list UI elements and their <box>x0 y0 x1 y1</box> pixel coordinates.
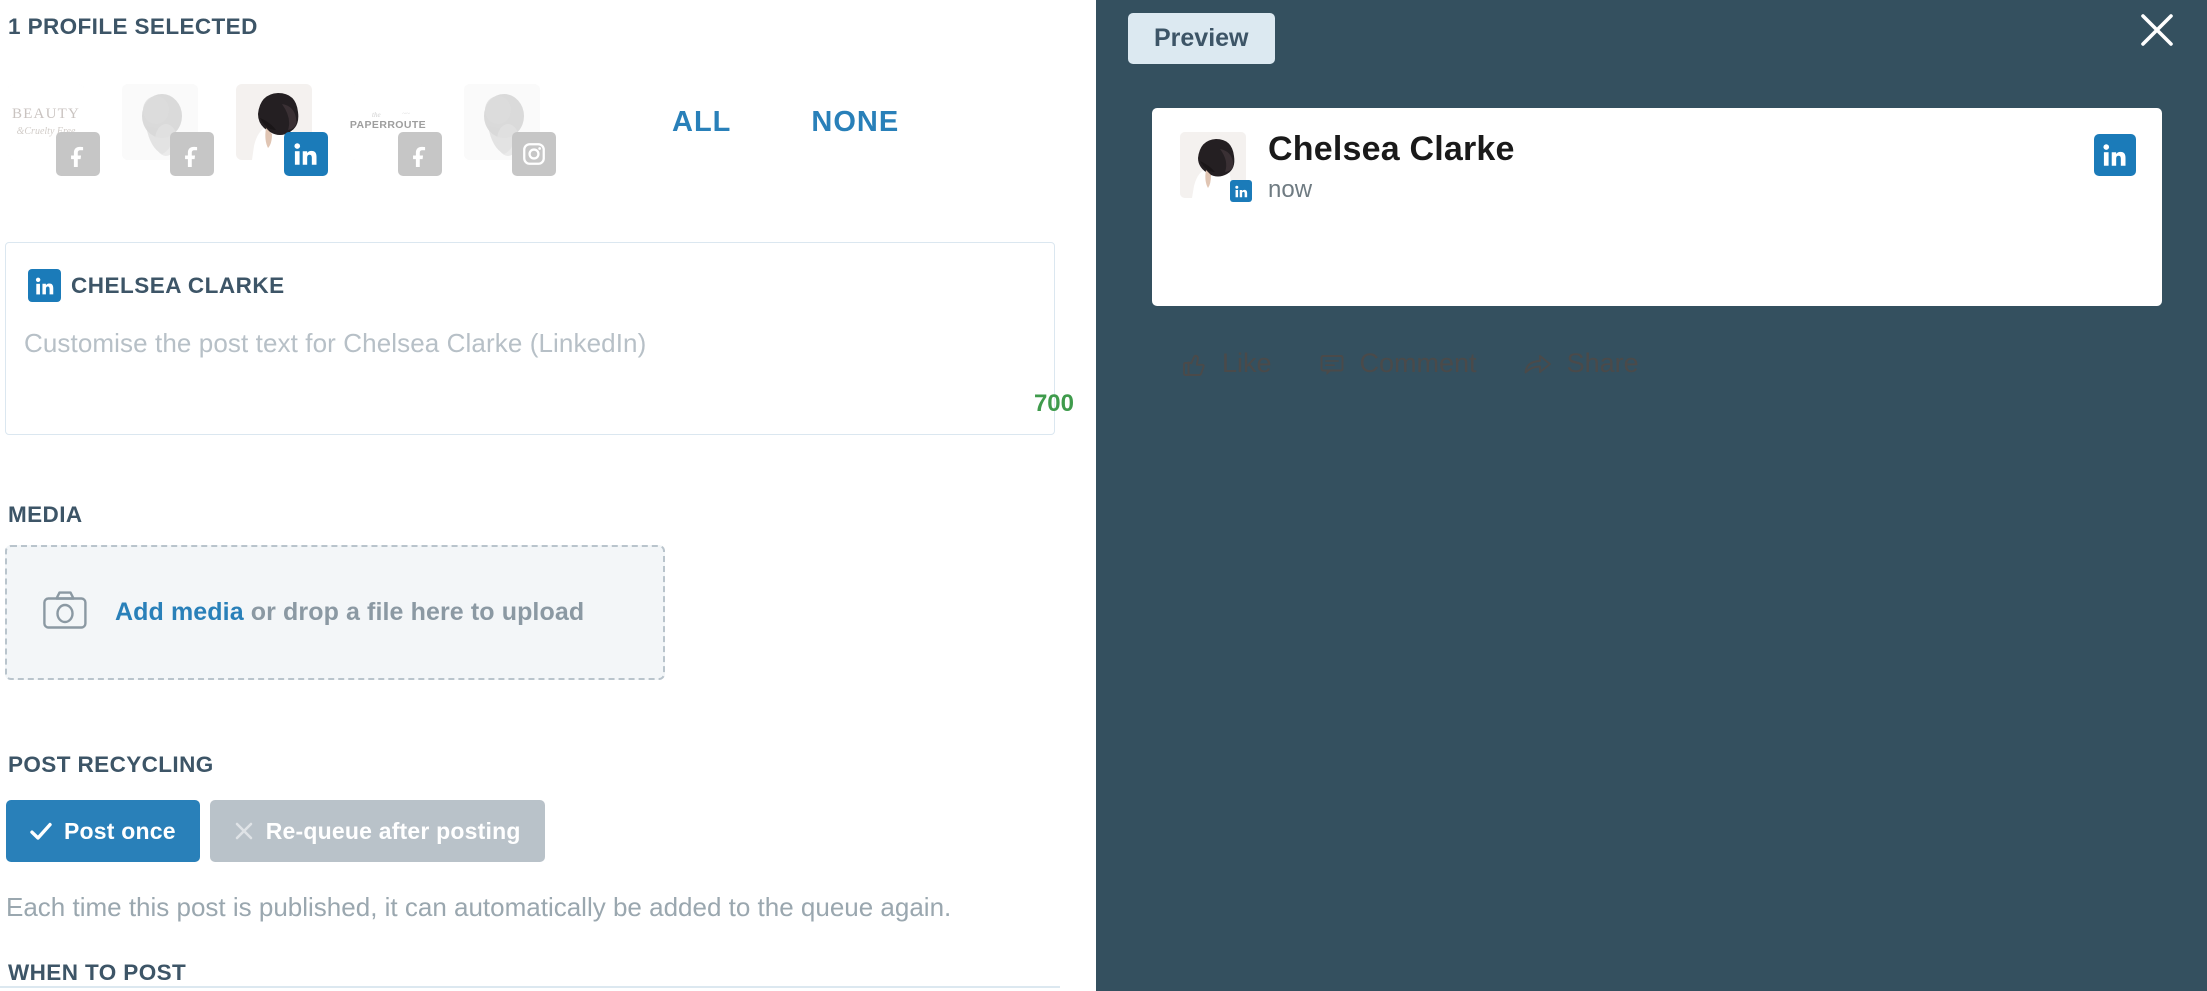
linkedin-icon <box>2094 134 2136 176</box>
select-all-button[interactable]: ALL <box>672 106 731 139</box>
comment-button[interactable]: Comment <box>1318 348 1477 379</box>
linkedin-icon <box>284 132 328 176</box>
when-to-post-heading: WHEN TO POST <box>8 960 187 985</box>
dropzone-label: Add media or drop a file here to upload <box>115 598 584 627</box>
post-text-input-placeholder[interactable]: Customise the post text for Chelsea Clar… <box>24 328 646 359</box>
dropzone-rest-label: or drop a file here to upload <box>243 598 585 626</box>
avatar <box>1180 132 1252 202</box>
preview-author-name: Chelsea Clarke <box>1268 130 1515 168</box>
close-icon <box>234 821 254 841</box>
linkedin-icon <box>1230 180 1252 202</box>
post-recycling-help-text: Each time this post is published, it can… <box>6 892 952 922</box>
share-button[interactable]: Share <box>1523 348 1639 379</box>
preview-timestamp: now <box>1268 175 1313 203</box>
profile-chip-chelsea-clarke[interactable] <box>236 84 328 176</box>
thumbs-up-icon <box>1180 350 1208 378</box>
post-composer-modal: 1 PROFILE SELECTED BEAUTY &Cruelty Free <box>0 0 2207 991</box>
preview-panel: Preview Chelsea Clarke now Like Comment … <box>1096 0 2207 991</box>
preview-card-header: Chelsea Clarke now <box>1180 130 1515 204</box>
svg-text:the: the <box>372 111 381 119</box>
preview-card-actions: Like Comment Share <box>1180 348 1685 379</box>
svg-text:~~: ~~ <box>402 110 410 118</box>
camera-icon <box>43 591 87 634</box>
facebook-icon <box>170 132 214 176</box>
share-label: Share <box>1566 348 1639 378</box>
profile-chip-beauty-cruelty-free[interactable]: BEAUTY &Cruelty Free <box>8 84 100 176</box>
editor-header: CHELSEA CLARKE <box>28 269 285 302</box>
tab-preview[interactable]: Preview <box>1128 13 1275 64</box>
requeue-label: Re-queue after posting <box>265 817 521 844</box>
profile-selection-actions: ALL NONE <box>672 106 899 139</box>
media-dropzone[interactable]: Add media or drop a file here to upload <box>5 545 665 680</box>
post-once-label: Post once <box>64 817 176 844</box>
when-to-post-divider <box>0 986 1060 988</box>
media-heading: MEDIA <box>8 502 83 527</box>
preview-author-block: Chelsea Clarke now <box>1268 130 1515 204</box>
linkedin-icon <box>28 269 61 302</box>
check-icon <box>30 822 52 841</box>
like-button[interactable]: Like <box>1180 348 1272 379</box>
share-arrow-icon <box>1523 350 1553 378</box>
close-icon[interactable] <box>2131 4 2183 56</box>
character-count: 700 <box>1033 390 1074 417</box>
requeue-after-posting-button[interactable]: Re-queue after posting <box>209 800 545 862</box>
preview-post-card: Chelsea Clarke now Like Comment Share <box>1152 108 2162 378</box>
select-none-button[interactable]: NONE <box>811 106 899 139</box>
profile-chip-the-paperroute[interactable]: the ~~ PAPERROUTE <box>350 84 442 176</box>
profiles-selected-heading: 1 PROFILE SELECTED <box>8 14 258 39</box>
profile-chip-hair-5[interactable] <box>464 84 556 176</box>
facebook-icon <box>398 132 442 176</box>
comment-label: Comment <box>1359 348 1477 378</box>
svg-text:PAPERROUTE: PAPERROUTE <box>350 119 426 131</box>
post-recycling-heading: POST RECYCLING <box>8 752 214 777</box>
facebook-icon <box>56 132 100 176</box>
composer-scrollbar-track[interactable] <box>1076 0 2167 991</box>
post-once-button[interactable]: Post once <box>6 800 200 862</box>
profile-chip-hair-2[interactable] <box>122 84 214 176</box>
add-media-link[interactable]: Add media <box>115 598 244 626</box>
comment-icon <box>1318 350 1346 378</box>
like-label: Like <box>1222 348 1272 378</box>
post-recycling-toggle-group: Post once Re-queue after posting <box>6 800 545 862</box>
composer-panel: 1 PROFILE SELECTED BEAUTY &Cruelty Free <box>0 0 1096 991</box>
instagram-icon <box>512 132 556 176</box>
profile-selector-strip: BEAUTY &Cruelty Free the ~~ PAPERROUTE <box>8 84 578 176</box>
editor-profile-name: CHELSEA CLARKE <box>71 272 285 298</box>
svg-text:BEAUTY: BEAUTY <box>12 106 80 122</box>
